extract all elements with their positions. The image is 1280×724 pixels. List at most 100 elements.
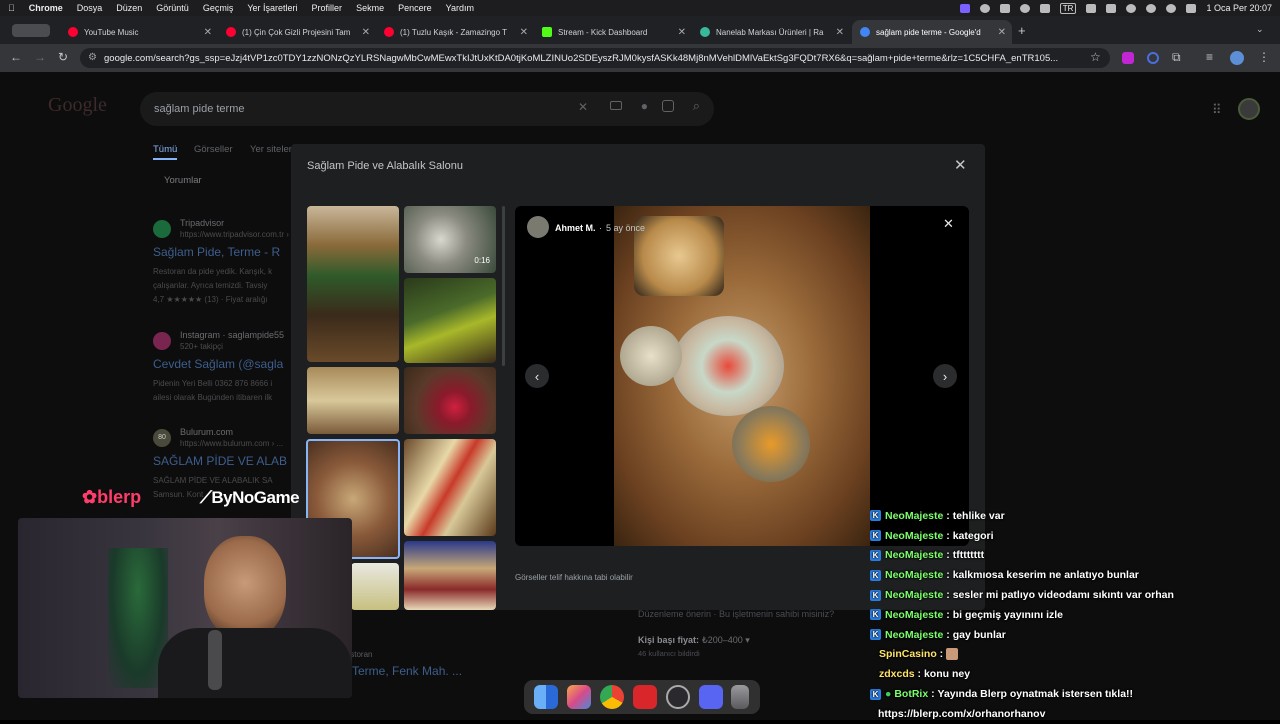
clear-search-icon[interactable]: ✕ — [578, 100, 588, 114]
webcam-person — [204, 536, 286, 640]
chat-username: NeoMajeste — [885, 529, 944, 542]
launchpad-icon[interactable] — [567, 685, 592, 709]
photo-thumb-interior[interactable] — [307, 206, 399, 362]
close-tab-icon[interactable]: ✕ — [836, 27, 844, 38]
tab-gorseller[interactable]: Görseller — [194, 144, 233, 155]
result-title[interactable]: Sağlam Pide, Terme - R — [153, 245, 280, 259]
photo-thumb-lahmacun[interactable] — [404, 439, 496, 536]
discord-icon[interactable] — [698, 685, 723, 709]
tab-search-icon[interactable]: ⌄ — [1256, 24, 1264, 35]
result-title[interactable]: SAĞLAM PİDE VE ALAB — [153, 454, 287, 468]
tab-google-search[interactable]: sağlam pide terme - Google'd ✕ — [852, 20, 1012, 44]
menu-goruntu[interactable]: Görüntü — [156, 3, 189, 13]
menu-yardim[interactable]: Yardım — [446, 3, 474, 13]
profile-avatar[interactable] — [1230, 51, 1244, 65]
next-photo-button[interactable]: › — [933, 364, 957, 388]
extension-icon-2[interactable] — [1147, 52, 1159, 64]
tab-kick-dashboard[interactable]: Stream - Kick Dashboard ✕ — [534, 20, 692, 44]
menu-gecmis[interactable]: Geçmiş — [203, 3, 234, 13]
reviewer-name[interactable]: Ahmet M. — [555, 223, 596, 233]
reload-icon[interactable]: ↻ — [58, 50, 68, 64]
volume-icon[interactable] — [1086, 3, 1097, 13]
tab-tumu[interactable]: Tümü — [153, 144, 177, 155]
account-avatar[interactable] — [1238, 98, 1260, 120]
tab-tuzlu-kasik[interactable]: (1) Tuzlu Kaşık - Zamazingo T ✕ — [376, 20, 534, 44]
wifi-icon[interactable] — [1146, 3, 1157, 13]
photo-thumb-sandwich[interactable] — [404, 541, 496, 610]
close-tab-icon[interactable]: ✕ — [998, 27, 1006, 38]
apps-grid-icon[interactable]: ⠿ — [1212, 102, 1222, 118]
keyboard-icon[interactable] — [610, 101, 622, 110]
menu-app-name[interactable]: Chrome — [29, 3, 63, 13]
apple-icon[interactable]:  — [8, 3, 15, 13]
tab-yorumlar[interactable]: Yorumlar — [164, 175, 202, 186]
photo-thumb-pide[interactable] — [307, 367, 399, 434]
close-modal-icon[interactable]: ✕ — [954, 156, 967, 174]
result-title[interactable]: Cevdet Sağlam (@sagla — [153, 357, 283, 371]
close-tab-icon[interactable]: ✕ — [678, 27, 686, 38]
tools-icon[interactable] — [1039, 3, 1050, 13]
tab-youtube-music[interactable]: YouTube Music ✕ — [60, 20, 218, 44]
photo-thumb-plates[interactable]: 0:16 — [404, 206, 496, 273]
menu-profiller[interactable]: Profiller — [312, 3, 343, 13]
menu-yer-isaretleri[interactable]: Yer İşaretleri — [247, 3, 297, 13]
media-controls-icon[interactable]: ≡ — [1206, 50, 1213, 64]
close-tab-icon[interactable]: ✕ — [362, 27, 370, 38]
input-source-indicator[interactable]: TR — [1059, 2, 1077, 14]
extensions-puzzle-icon[interactable]: ⧉ — [1172, 50, 1181, 65]
photo-thumb-extra[interactable] — [351, 563, 399, 610]
google-logo[interactable]: Google — [48, 94, 107, 117]
tab-group-chip[interactable] — [12, 24, 50, 37]
youtube-music-icon — [68, 27, 78, 37]
photo-thumb-teapot[interactable] — [404, 367, 496, 434]
site-info-icon[interactable]: ⚙ — [88, 52, 97, 63]
status-icon[interactable] — [979, 3, 990, 13]
address-bar[interactable]: ⚙ google.com/search?gs_ssp=eJzj4tVP1zc0T… — [80, 48, 1110, 68]
close-viewer-icon[interactable]: ✕ — [943, 216, 954, 232]
voice-search-icon[interactable]: ● — [641, 99, 648, 113]
place-address[interactable]: Terme, Fenk Mah. ... — [352, 664, 462, 678]
result-snippet: Restoran da pide yedik. Kanşık, k — [153, 267, 273, 276]
chat-message: K NeoMajeste : kalkmıosa keserim ne anlat… — [870, 565, 1280, 585]
clock[interactable]: 1 Oca Per 20:07 — [1206, 3, 1272, 13]
photo-thumb-garden[interactable] — [404, 278, 496, 363]
tab-yer-siteleri[interactable]: Yer siteleri — [250, 144, 294, 155]
price-value[interactable]: ₺200–400 ▾ — [702, 635, 750, 646]
suggest-edit-link[interactable]: Düzenleme önerin · Bu işletmenin sahibi … — [638, 609, 834, 619]
review-dot: · — [599, 223, 602, 233]
menu-sekme[interactable]: Sekme — [356, 3, 384, 13]
previous-photo-button[interactable]: ‹ — [525, 364, 549, 388]
reviewer-avatar[interactable] — [527, 216, 549, 238]
menu-pencere[interactable]: Pencere — [398, 3, 432, 13]
search-icon[interactable]: ⌕ — [693, 98, 700, 114]
finder-icon[interactable] — [534, 685, 559, 709]
chrome-icon[interactable] — [600, 685, 625, 709]
thumbnails-scrollbar[interactable] — [502, 206, 505, 366]
search-input[interactable]: sağlam pide terme ✕ ● ⌕ — [140, 92, 714, 126]
extension-icon[interactable] — [1122, 52, 1134, 64]
forward-icon[interactable]: → — [34, 50, 46, 64]
bookmark-star-icon[interactable]: ☆ — [1090, 50, 1101, 64]
spotlight-icon[interactable] — [1166, 3, 1177, 13]
app-icon[interactable] — [632, 685, 657, 709]
bynogame-logo-text: ByNoGame — [211, 488, 300, 507]
menu-duzen[interactable]: Düzen — [116, 3, 142, 13]
obs-icon[interactable] — [665, 685, 690, 709]
result-snippet: SAĞLAM PİDE VE ALABALIK SA — [153, 476, 273, 485]
back-icon[interactable]: ← — [10, 50, 22, 64]
battery-icon[interactable] — [1106, 3, 1117, 13]
close-tab-icon[interactable]: ✕ — [204, 27, 212, 38]
new-tab-icon[interactable]: + — [1018, 23, 1026, 38]
trash-icon[interactable] — [731, 685, 750, 709]
tab-cin-gizli-proje[interactable]: (1) Çin Çok Gizli Projesini Tam ✕ — [218, 20, 376, 44]
screen-record-icon[interactable] — [959, 3, 970, 13]
more-menu-icon[interactable]: ⋮ — [1258, 50, 1270, 64]
tab-nanelab[interactable]: Nanelab Markası Ürünleri | Ra ✕ — [692, 20, 850, 44]
control-center-icon[interactable] — [1186, 3, 1197, 13]
menu-dosya[interactable]: Dosya — [77, 3, 103, 13]
play-icon[interactable] — [1126, 3, 1137, 13]
close-tab-icon[interactable]: ✕ — [520, 27, 528, 38]
grid-icon[interactable] — [999, 3, 1010, 13]
accessibility-icon[interactable] — [1019, 3, 1030, 13]
image-search-icon[interactable] — [662, 100, 674, 112]
